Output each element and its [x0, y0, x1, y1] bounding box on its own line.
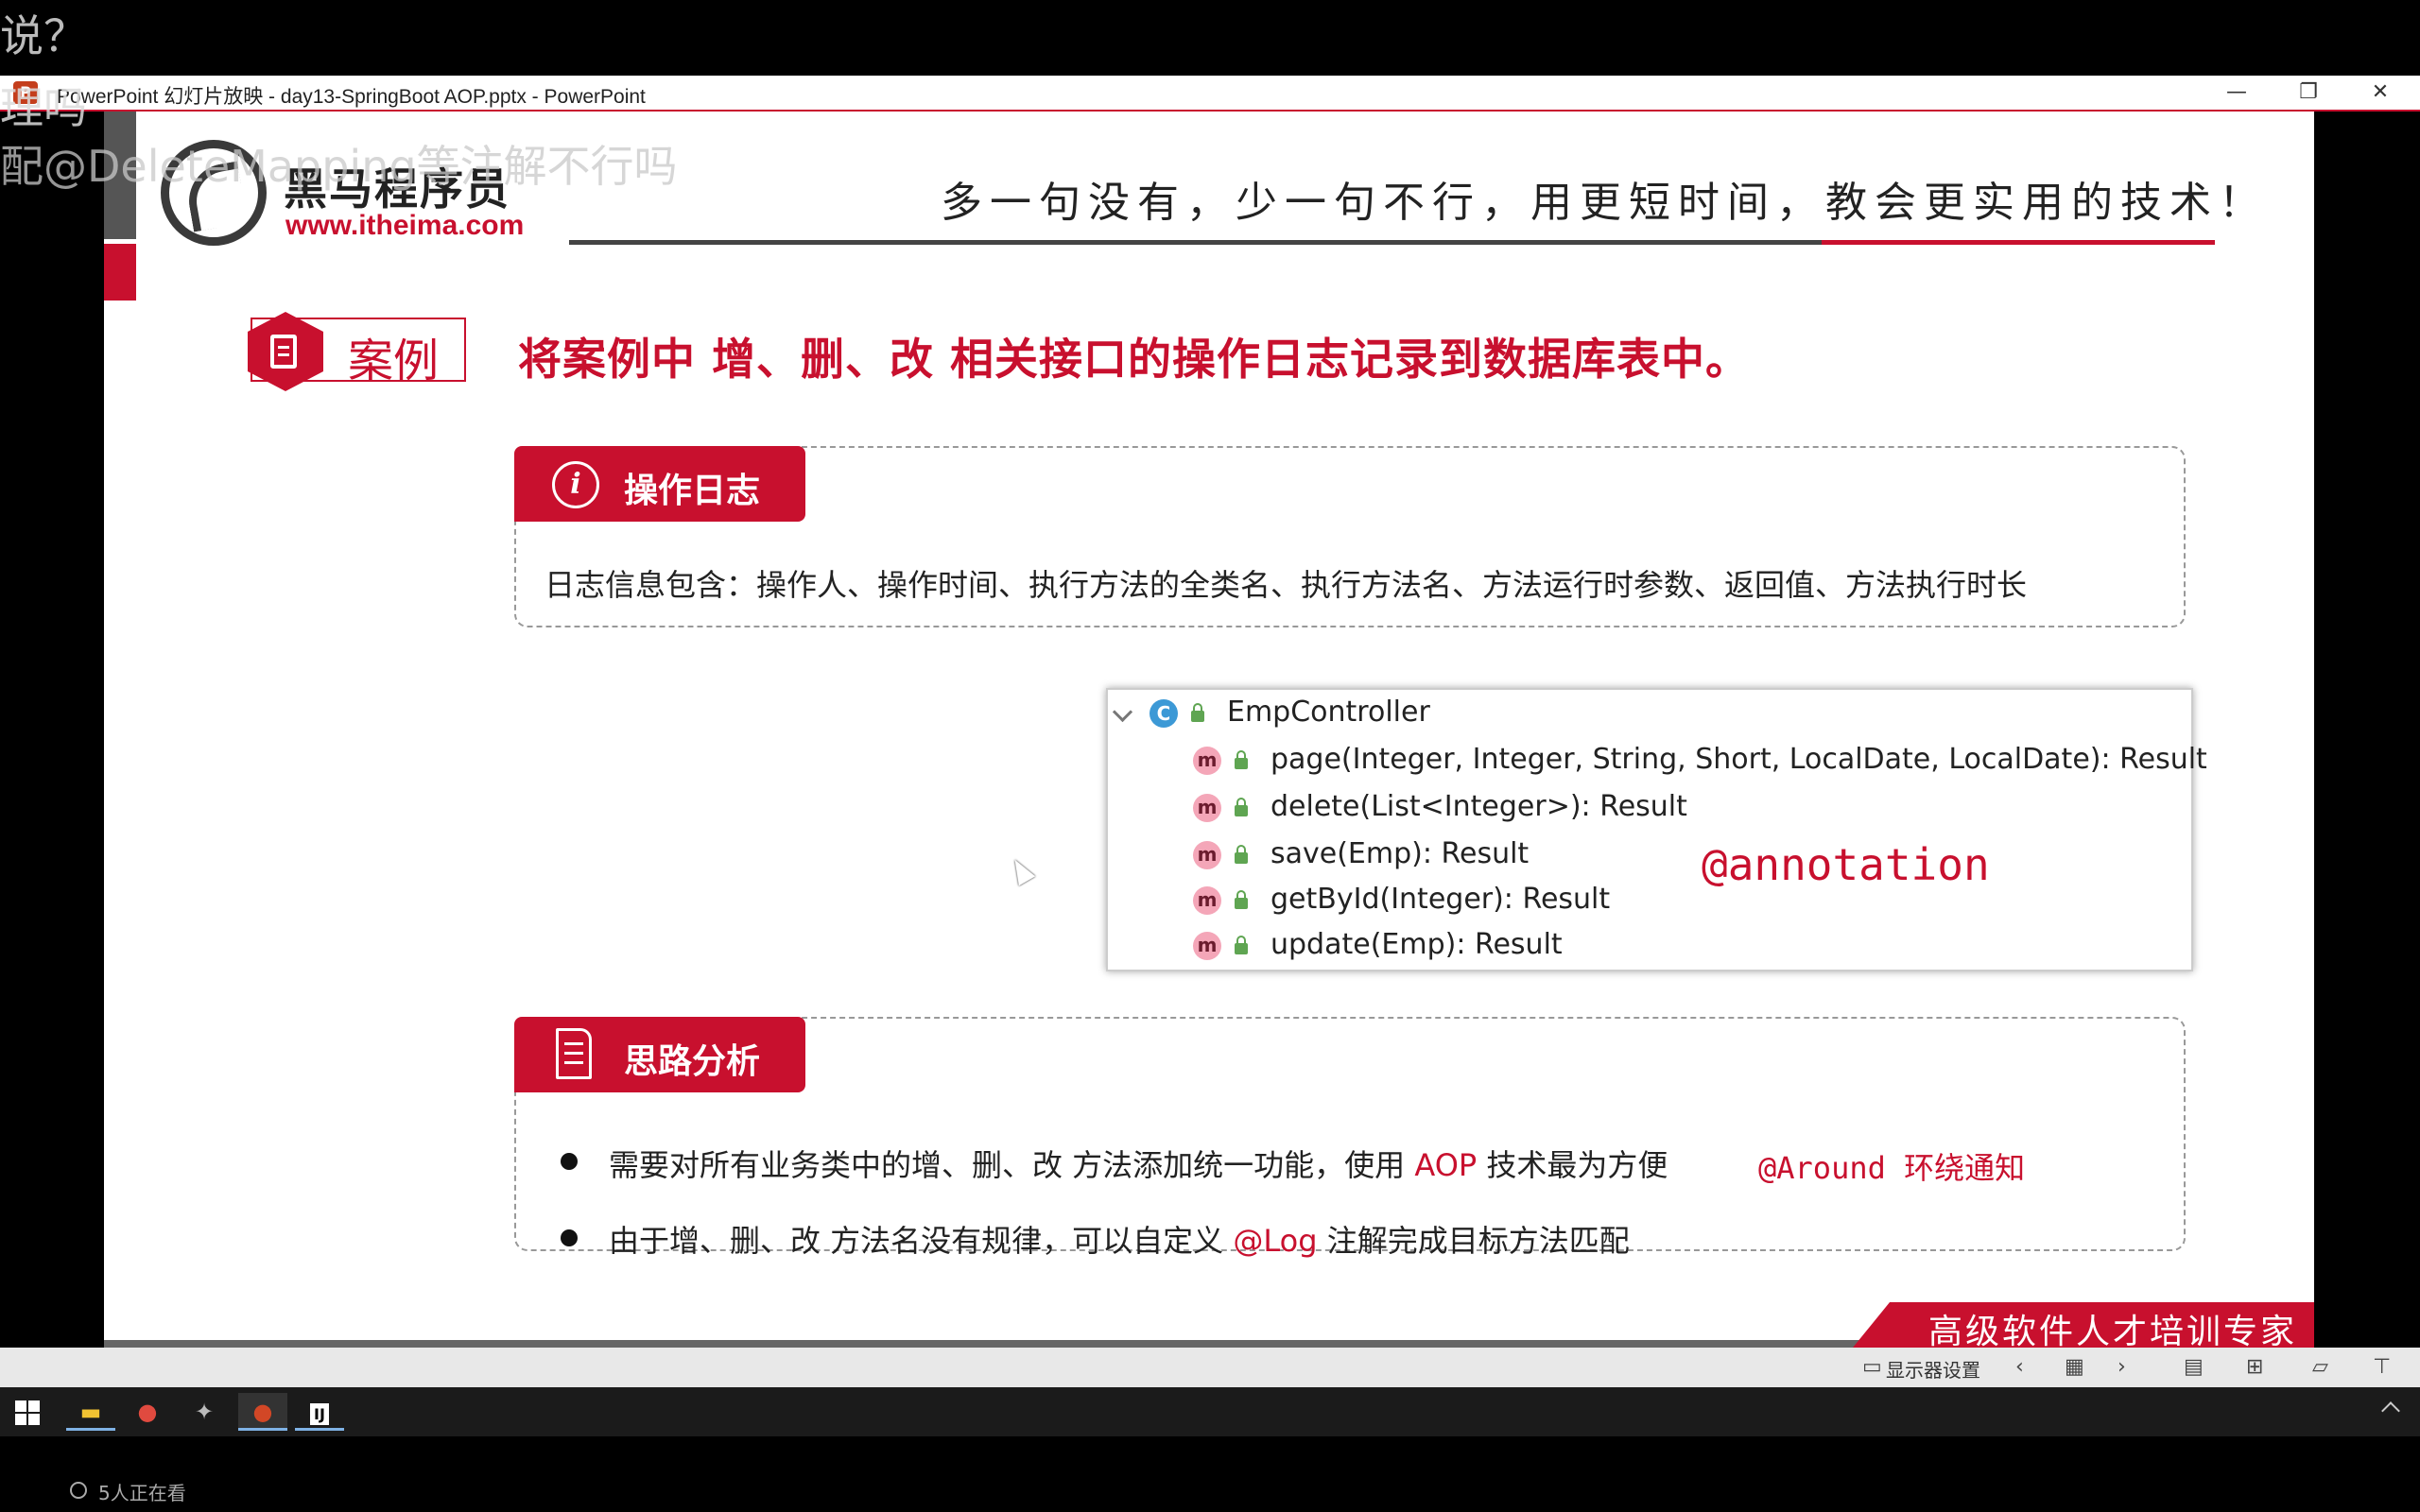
- slogan-underline: [569, 240, 1822, 245]
- method-icon: m: [1193, 886, 1221, 915]
- prev-slide-icon[interactable]: ‹: [2015, 1355, 2024, 1379]
- case-label: 案例: [348, 335, 440, 387]
- intellij-icon[interactable]: IJ: [295, 1393, 344, 1431]
- operation-log-text: 日志信息包含：操作人、操作时间、执行方法的全类名、执行方法名、方法运行时参数、返…: [544, 567, 2028, 603]
- slide-canvas: 黑马程序员 www.itheima.com 多一句没有，少一句不行，用更短时间，…: [104, 112, 2314, 1348]
- windows-taskbar: ▬ ● ✦ ● IJ: [0, 1387, 2420, 1436]
- bullet-2-text: 由于增、删、改 方法名没有规律，可以自定义: [609, 1223, 1234, 1259]
- method-icon: m: [1193, 794, 1221, 822]
- logo-url: www.itheima.com: [285, 210, 525, 241]
- method-icon: m: [1193, 932, 1221, 960]
- method-item[interactable]: page(Integer, Integer, String, Short, Lo…: [1270, 743, 2207, 776]
- log-annotation-highlight: @Log: [1233, 1223, 1318, 1259]
- slide-sorter-icon[interactable]: ▦: [2065, 1355, 2084, 1379]
- restore-button[interactable]: ❐: [2273, 76, 2344, 110]
- method-icon: m: [1193, 747, 1221, 775]
- monitor-icon[interactable]: ▭: [1862, 1355, 1882, 1379]
- operation-log-title: 操作日志: [624, 472, 761, 510]
- overlay-text-2: 理吗: [0, 82, 87, 133]
- windows-start-icon[interactable]: [15, 1400, 40, 1425]
- footer-bar: [104, 1340, 1872, 1348]
- close-button[interactable]: ✕: [2344, 76, 2416, 110]
- slideshow-icon[interactable]: ⊤: [2373, 1355, 2391, 1379]
- footer-slogan: 高级软件人才培训专家: [1928, 1313, 2298, 1348]
- analysis-bullet-2: 由于增、删、改 方法名没有规律，可以自定义 @Log 注解完成目标方法匹配: [609, 1217, 1630, 1261]
- public-lock-icon: [1235, 798, 1248, 816]
- analysis-bullet-1: 需要对所有业务类中的增、删、改 方法添加统一功能，使用 AOP 技术最为方便: [609, 1142, 1668, 1185]
- mouse-cursor-icon: [1006, 854, 1036, 886]
- overlay-text-3: 配@DeleteMapping等注解不行吗: [0, 141, 678, 192]
- window-titlebar: P PowerPoint 幻灯片放映 - day13-SpringBoot AO…: [0, 76, 2420, 112]
- method-item[interactable]: getById(Integer): Result: [1270, 883, 1610, 916]
- bullet-1-text: 需要对所有业务类中的增、删、改 方法添加统一功能，使用: [609, 1147, 1415, 1183]
- method-icon: m: [1193, 841, 1221, 869]
- slideshow-control-bar: ▭ 显示器设置 ‹ ▦ › ▤ ⊞ ▱ ⊤: [0, 1348, 2420, 1387]
- public-lock-icon: [1235, 890, 1248, 909]
- info-icon: i: [552, 461, 599, 508]
- method-item[interactable]: update(Emp): Result: [1270, 928, 1563, 961]
- public-lock-icon: [1235, 750, 1248, 769]
- bullet-1-text-end: 技术最为方便: [1477, 1147, 1668, 1183]
- public-lock-icon: [1191, 703, 1204, 722]
- analysis-title: 思路分析: [624, 1042, 761, 1081]
- left-red-bar: [104, 244, 136, 301]
- annotation-note: @annotation: [1702, 839, 1990, 890]
- class-icon: C: [1150, 699, 1178, 728]
- chevron-up-icon[interactable]: [2381, 1401, 2400, 1420]
- next-slide-icon[interactable]: ›: [2118, 1355, 2126, 1379]
- document-icon: [270, 335, 297, 369]
- viewer-icon: [70, 1482, 87, 1499]
- file-explorer-icon[interactable]: ▬: [66, 1393, 115, 1431]
- minimize-button[interactable]: —: [2201, 76, 2273, 110]
- window-title: PowerPoint 幻灯片放映 - day13-SpringBoot AOP.…: [57, 86, 646, 108]
- public-lock-icon: [1235, 845, 1248, 864]
- aop-highlight: AOP: [1414, 1147, 1478, 1183]
- public-lock-icon: [1235, 936, 1248, 954]
- around-advice-note: @Around 环绕通知: [1758, 1150, 2026, 1186]
- bullet-dot: [561, 1229, 578, 1246]
- chrome-icon[interactable]: ●: [123, 1393, 172, 1431]
- display-settings-button[interactable]: 显示器设置: [1886, 1355, 1980, 1383]
- class-name[interactable]: EmpController: [1227, 696, 1430, 729]
- bullet-dot: [561, 1153, 578, 1170]
- document-icon: [556, 1028, 592, 1079]
- method-item[interactable]: save(Emp): Result: [1270, 837, 1529, 870]
- app-bird-icon[interactable]: ✦: [180, 1393, 229, 1431]
- grid-view-icon[interactable]: ⊞: [2246, 1355, 2263, 1379]
- normal-view-icon[interactable]: ▤: [2184, 1355, 2204, 1379]
- overlay-text-1: 说？: [0, 10, 87, 61]
- code-structure-panel: C EmpController m page(Integer, Integer,…: [1106, 688, 2207, 971]
- bullet-2-text-end: 注解完成目标方法匹配: [1317, 1223, 1630, 1259]
- viewer-count: 5人正在看: [98, 1482, 186, 1504]
- slogan-underline-accent: [1822, 240, 2215, 245]
- powerpoint-taskbar-icon[interactable]: ●: [238, 1393, 287, 1431]
- slogan: 多一句没有，少一句不行，用更短时间，教会更实用的技术！: [941, 179, 2268, 227]
- analysis-header: 思路分析: [514, 1017, 805, 1092]
- method-item[interactable]: delete(List<Integer>): Result: [1270, 790, 1687, 823]
- operation-log-header: i 操作日志: [514, 446, 805, 522]
- chevron-down-icon[interactable]: [1112, 701, 1133, 723]
- reading-view-icon[interactable]: ▱: [2312, 1355, 2328, 1379]
- case-description: 将案例中 增、删、改 相关接口的操作日志记录到数据库表中。: [518, 334, 1751, 385]
